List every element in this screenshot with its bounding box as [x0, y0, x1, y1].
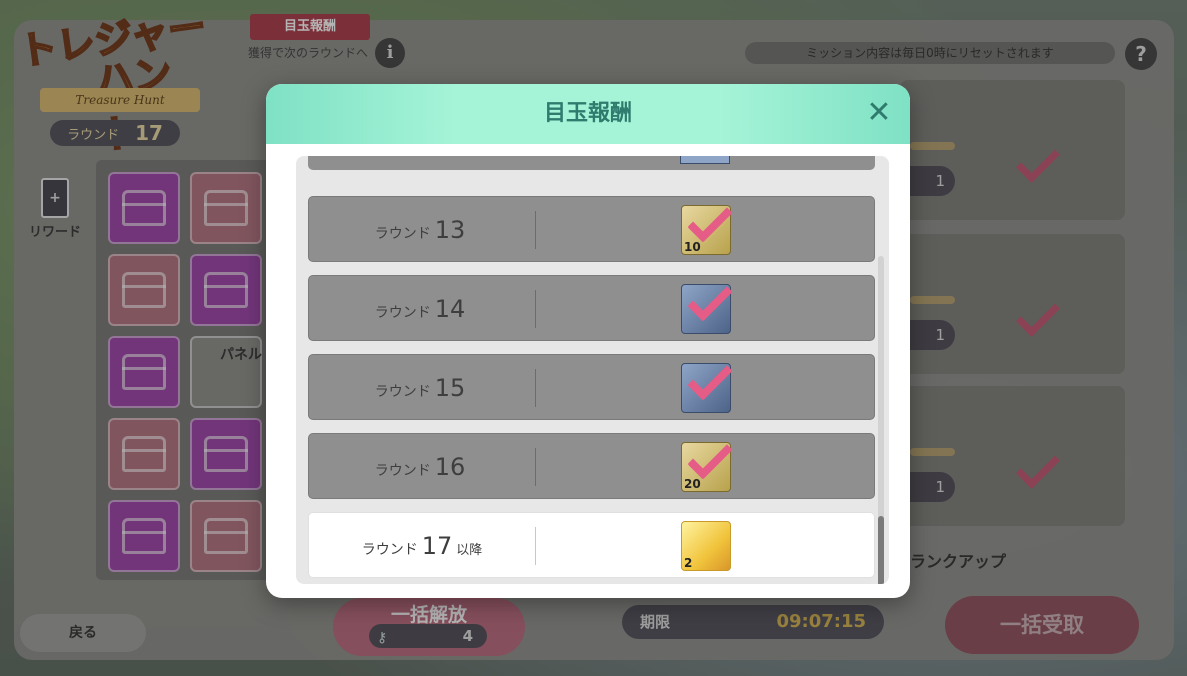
dialog-header: 目玉報酬 ✕: [266, 84, 910, 144]
scrollbar-thumb[interactable]: [878, 516, 884, 584]
round-number: 17: [421, 532, 453, 560]
reward-list[interactable]: ラウンド 13 10 ラウンド 14 ラウンド 15 ラウンド 16 20 ラウンド 17…: [296, 156, 889, 584]
round-number: 16: [434, 453, 466, 481]
dialog-title: 目玉報酬: [543, 101, 632, 126]
round-prefix: ラウンド: [374, 226, 431, 242]
round-prefix: ラウンド: [374, 384, 431, 400]
gacha-ticket-icon: 2: [681, 521, 731, 571]
list-item-partial: [308, 156, 875, 170]
row-divider: [535, 448, 536, 486]
row-divider: [535, 369, 536, 407]
reward-row-round-15: ラウンド 15: [308, 354, 875, 420]
row-divider: [535, 290, 536, 328]
round-prefix: ラウンド: [374, 463, 431, 479]
reward-item-icon: [680, 156, 730, 164]
reward-row-round-16: ラウンド 16 20: [308, 433, 875, 499]
reward-row-round-13: ラウンド 13 10: [308, 196, 875, 262]
reward-row-round-14: ラウンド 14: [308, 275, 875, 341]
item-quantity: 10: [684, 240, 701, 254]
row-divider: [535, 527, 536, 565]
row-divider: [535, 211, 536, 249]
round-number: 14: [434, 295, 466, 323]
round-prefix: ラウンド: [374, 305, 431, 321]
feature-reward-dialog: 目玉報酬 ✕ ラウンド 13 10 ラウンド 14 ラウンド 15 ラウンド 16 20: [266, 84, 910, 598]
item-quantity: 20: [684, 477, 701, 491]
round-suffix: 以降: [456, 543, 483, 558]
round-number: 13: [434, 216, 466, 244]
close-icon[interactable]: ✕: [862, 96, 896, 130]
reward-row-round-17-onward: ラウンド 17 以降 2: [308, 512, 875, 578]
item-quantity: 2: [684, 556, 693, 570]
round-number: 15: [434, 374, 466, 402]
round-prefix: ラウンド: [361, 542, 418, 558]
